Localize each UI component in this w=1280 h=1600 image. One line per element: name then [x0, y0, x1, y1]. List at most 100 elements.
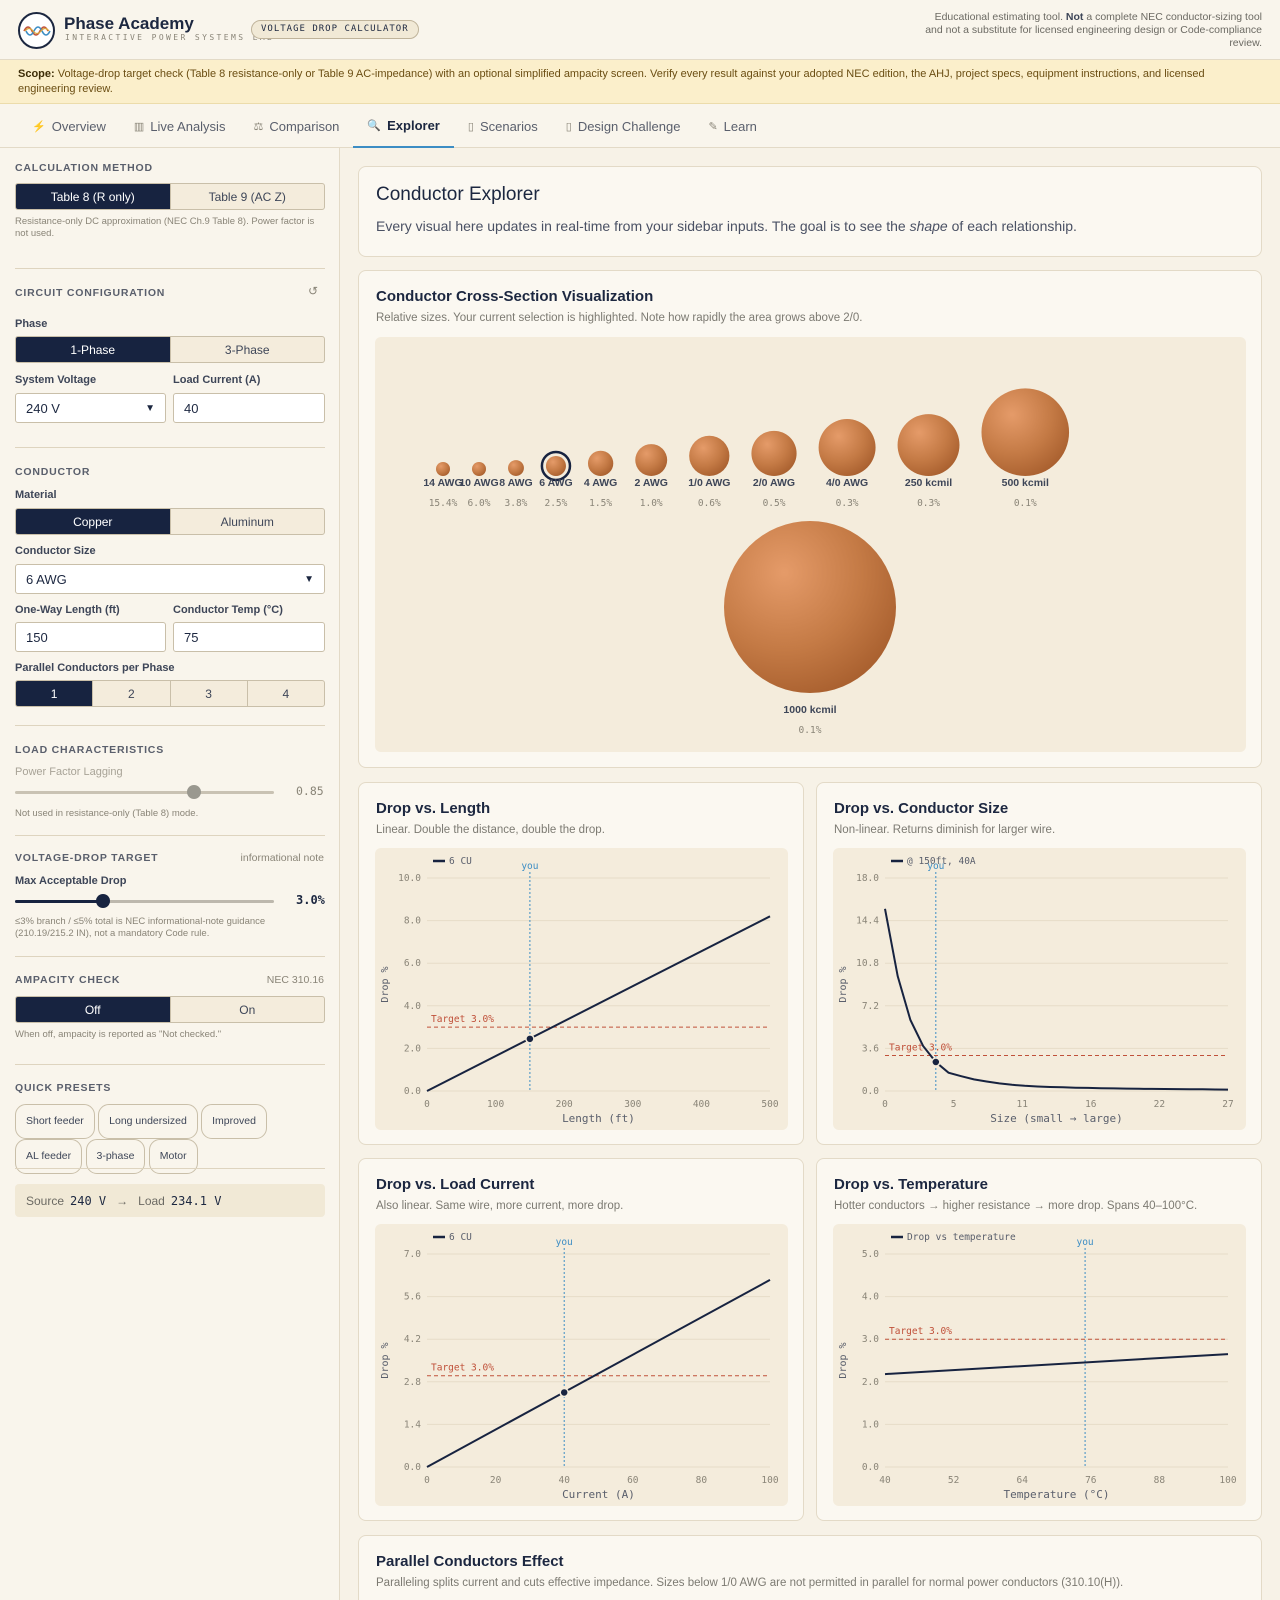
conductor-label: 1/0 AWG [688, 477, 730, 489]
load-heading: LOAD CHARACTERISTICS [15, 744, 164, 756]
x-tick-label: 300 [624, 1099, 641, 1110]
y-tick-label: 0.0 [862, 1086, 879, 1097]
y-tick-label: 3.0 [862, 1334, 879, 1345]
conductor-circle [724, 521, 896, 693]
reset-icon[interactable]: ↺ [308, 284, 318, 298]
tab-scenarios[interactable]: ▯ Scenarios [454, 104, 552, 148]
table9-option[interactable]: Table 9 (AC Z) [169, 184, 325, 209]
tab-explorer[interactable]: 🔍 Explorer [353, 104, 454, 148]
slider-handle[interactable] [186, 785, 201, 799]
preset-long-undersized[interactable]: Long undersized [98, 1104, 198, 1139]
conductor-circle [436, 462, 450, 476]
phase-academy-logo[interactable] [18, 12, 55, 49]
chart-subtitle: Hotter conductors → higher resistance → … [834, 1200, 1198, 1212]
divider [15, 835, 325, 836]
drop-vs-length-chart: 0.0 2.0 4.0 6.0 8.0 10.0 0 100 200 300 400 500 Lengt… [380, 856, 779, 1125]
chevron-down-icon: ▼ [304, 573, 314, 585]
chart-subtitle: Also linear. Same wire, more current, mo… [376, 1200, 624, 1212]
ampacity-off-option[interactable]: Off [16, 997, 170, 1022]
y-tick-label: 2.0 [862, 1377, 879, 1388]
y-tick-label: 5.6 [404, 1292, 421, 1303]
conductor-drop-pct: 6.0% [468, 498, 491, 509]
x-tick-label: 88 [1154, 1475, 1166, 1486]
copper-option[interactable]: Copper [16, 509, 170, 534]
material-label: Material [15, 489, 57, 501]
y-tick-label: 4.2 [404, 1334, 421, 1345]
conductor-size-select[interactable]: 6 AWG ▼ [15, 564, 325, 594]
voltage-select[interactable]: 240 V ▼ [15, 393, 166, 423]
document-icon: ▯ [467, 120, 474, 133]
aluminum-option[interactable]: Aluminum [169, 509, 325, 534]
conductor-circle [545, 455, 566, 476]
conductor-circle [981, 388, 1070, 476]
three-phase-option[interactable]: 3-Phase [169, 337, 325, 362]
y-tick-label: 18.0 [856, 873, 879, 884]
target-label: Target 3.0% [889, 1326, 952, 1337]
parallel-2-option[interactable]: 2 [92, 681, 169, 706]
parallel-3-option[interactable]: 3 [169, 681, 247, 706]
ampacity-on-option[interactable]: On [169, 997, 325, 1022]
single-phase-option[interactable]: 1-Phase [16, 337, 170, 362]
chart-title: Drop vs. Temperature [834, 1176, 988, 1193]
conductor-circle [818, 419, 876, 476]
length-input[interactable]: 150 [15, 622, 166, 652]
calc-method-note: Resistance-only DC approximation (NEC Ch… [15, 216, 315, 239]
parallel-1-option[interactable]: 1 [16, 681, 93, 706]
magnifier-icon: 🔍 [367, 119, 382, 132]
x-tick-label: 500 [761, 1099, 778, 1110]
preset-improved[interactable]: Improved [201, 1104, 267, 1139]
power-factor-slider[interactable] [15, 785, 274, 799]
conductor-drop-pct: 1.0% [640, 498, 663, 509]
ampacity-note: When off, ampacity is reported as "Not c… [15, 1029, 222, 1040]
brand-tagline: INTERACTIVE POWER SYSTEMS LAB [65, 33, 275, 42]
scales-icon: ⚖ [253, 120, 264, 133]
parallel-4-option[interactable]: 4 [246, 681, 324, 706]
current-point [931, 1057, 941, 1067]
load-current-input[interactable]: 40 [173, 393, 325, 423]
length-label: One-Way Length (ft) [15, 604, 120, 616]
legend-label: 6 CU [449, 856, 472, 867]
divider [15, 447, 325, 448]
table8-option[interactable]: Table 8 (R only) [16, 184, 170, 209]
slider-handle[interactable] [96, 894, 111, 908]
parallel-label: Parallel Conductors per Phase [15, 662, 175, 674]
preset-short-feeder[interactable]: Short feeder [15, 1104, 95, 1139]
sidebar: CALCULATION METHOD Table 8 (R only) Tabl… [0, 148, 340, 1600]
y-tick-label: 0.0 [404, 1462, 421, 1473]
tab-overview[interactable]: ⚡ Overview [18, 104, 120, 148]
divider [15, 1168, 325, 1169]
explorer-intro-card: Conductor Explorer Every visual here upd… [358, 166, 1262, 257]
you-label: you [1076, 1237, 1093, 1248]
you-label: you [521, 861, 538, 872]
conductor-circle [587, 450, 614, 476]
tab-design-challenge[interactable]: ▯ Design Challenge [552, 104, 695, 148]
conductor-drop-pct: 0.6% [698, 498, 721, 509]
app-badge: VOLTAGE DROP CALCULATOR [251, 20, 419, 39]
divider [15, 956, 325, 957]
x-tick-label: 16 [1085, 1099, 1097, 1110]
x-tick-label: 80 [696, 1475, 708, 1486]
conductor-label: 6 AWG [539, 477, 572, 489]
x-tick-label: 40 [879, 1475, 891, 1486]
divider [15, 1064, 325, 1065]
y-tick-label: 6.0 [404, 958, 421, 969]
conductor-drop-pct: 0.3% [836, 498, 859, 509]
y-tick-label: 8.0 [404, 916, 421, 927]
y-tick-label: 7.2 [862, 1001, 879, 1012]
x-tick-label: 64 [1016, 1475, 1028, 1486]
conductor-label: 4 AWG [584, 477, 617, 489]
conductor-circle [897, 414, 960, 476]
tab-comparison[interactable]: ⚖ Comparison [239, 104, 353, 148]
page-subtitle: Every visual here updates in real-time f… [376, 218, 1077, 234]
brand-name: Phase Academy [64, 14, 194, 33]
x-tick-label: 0 [424, 1099, 430, 1110]
tab-learn[interactable]: ✎ Learn [694, 104, 770, 148]
conductor-circle [472, 462, 486, 476]
temp-input[interactable]: 75 [173, 622, 325, 652]
tab-live-analysis[interactable]: ▥ Live Analysis [120, 104, 240, 148]
conductor-label: 2/0 AWG [753, 477, 795, 489]
target-label: Target 3.0% [431, 1014, 494, 1025]
max-drop-slider[interactable] [15, 894, 274, 908]
parallel-effect-card: Parallel Conductors Effect Paralleling s… [358, 1535, 1262, 1600]
presets-heading: QUICK PRESETS [15, 1082, 112, 1094]
